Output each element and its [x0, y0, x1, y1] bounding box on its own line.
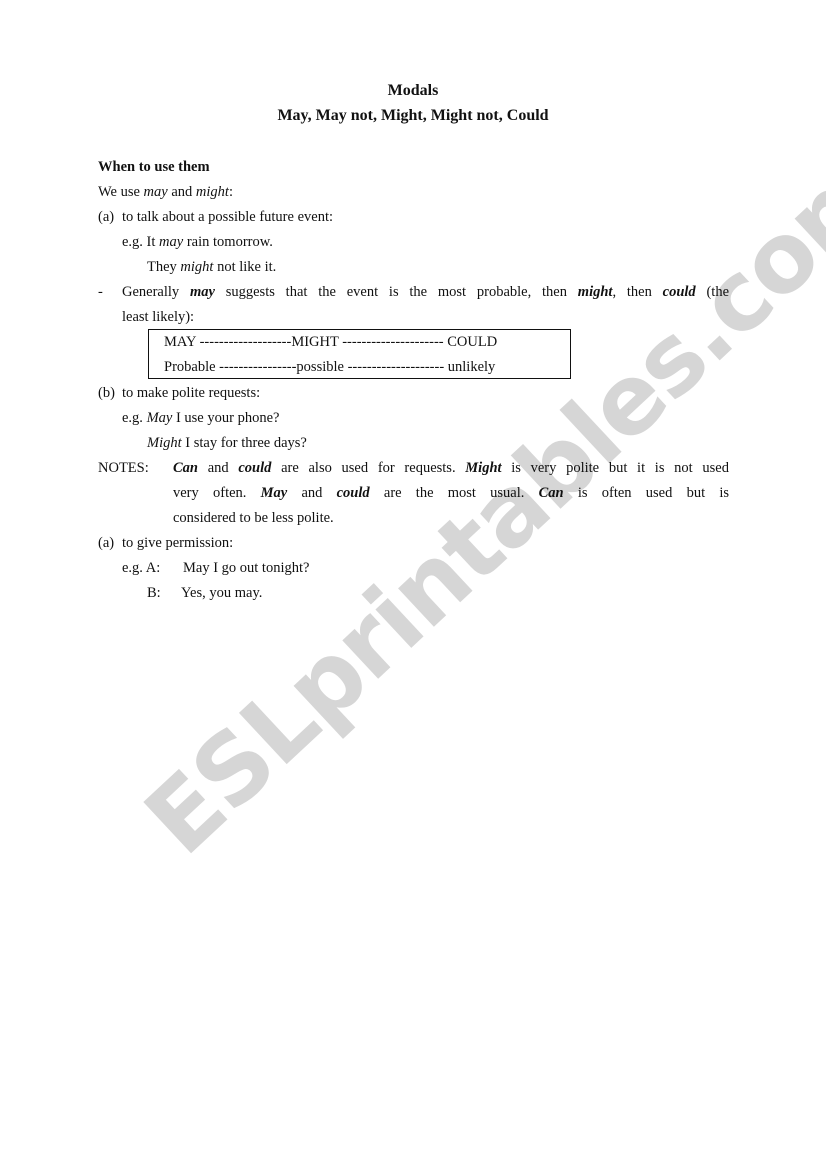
- text: are also used for requests.: [271, 460, 466, 476]
- intro-pre: We use: [98, 184, 144, 200]
- text: are the most usual.: [369, 485, 539, 501]
- point-c-eg-b: B:: [147, 585, 161, 601]
- page-title: Modals: [387, 82, 439, 99]
- modal-word: may: [189, 284, 215, 300]
- bullet-dash: -: [98, 284, 103, 300]
- notes-line-3: considered to be less polite.: [173, 510, 334, 526]
- text: , then: [612, 284, 663, 300]
- page-subtitle: May, May not, Might, Might not, Could: [277, 107, 549, 124]
- modal-word: Might: [465, 460, 502, 476]
- modal-word: might: [180, 259, 214, 275]
- intro-post: :: [228, 184, 233, 200]
- intro-mid: and: [167, 184, 196, 200]
- example-text: They: [147, 259, 181, 275]
- notes-label: NOTES:: [98, 460, 149, 476]
- text: very often.: [173, 485, 261, 501]
- section-heading: When to use them: [98, 159, 210, 175]
- eg-label: e.g.: [122, 410, 147, 426]
- point-a-example-2: They might not like it.: [147, 258, 276, 276]
- point-a-text: to talk about a possible future event:: [122, 209, 334, 225]
- worksheet-page: ESLprintables.com Modals May, May not, M…: [0, 0, 826, 1169]
- notes-line-1: Can and could are also used for requests…: [173, 459, 729, 477]
- point-c-text: to give permission:: [122, 535, 234, 551]
- text: (the: [695, 284, 730, 300]
- text: is very polite but it is not used: [501, 460, 729, 476]
- modal-word: Might: [147, 435, 182, 451]
- point-c-example-2: Yes, you may.: [181, 585, 263, 601]
- notes-line-2: very often. May and could are the most u…: [173, 484, 729, 502]
- modal-word: may: [159, 234, 184, 250]
- point-b-example-1: e.g. May I use your phone?: [122, 409, 279, 427]
- point-c-example-1: May I go out tonight?: [183, 560, 310, 576]
- modal-word: Can: [538, 485, 564, 501]
- text: Generally: [122, 284, 190, 300]
- intro-may: may: [143, 184, 168, 200]
- modal-word: could: [336, 485, 370, 501]
- modal-word: might: [577, 284, 613, 300]
- scale-row-likelihood: Probable ----------------possible ------…: [164, 359, 496, 375]
- example-text: not like it.: [213, 259, 277, 275]
- modal-word: May: [146, 410, 173, 426]
- text: and: [198, 460, 239, 476]
- intro-might: might: [195, 184, 229, 200]
- modal-word: could: [238, 460, 272, 476]
- modal-word: could: [662, 284, 696, 300]
- point-a-label: (a): [98, 209, 115, 225]
- point-c-label: (a): [98, 535, 115, 551]
- point-c-eg-a: e.g. A:: [122, 560, 161, 576]
- text: and: [287, 485, 337, 501]
- generally-line-1: Generally may suggests that the event is…: [122, 283, 729, 301]
- example-text: rain tomorrow.: [183, 234, 273, 250]
- point-b-label: (b): [98, 385, 115, 401]
- eg-label: e.g. It: [122, 234, 160, 250]
- point-a-example-1: e.g. It may rain tomorrow.: [122, 233, 273, 251]
- intro-line: We use may and might:: [98, 183, 233, 201]
- modal-word: Can: [173, 460, 198, 476]
- text: suggests that the event is the most prob…: [214, 284, 578, 300]
- point-b-text: to make polite requests:: [122, 385, 261, 401]
- point-b-example-2: Might I stay for three days?: [147, 434, 307, 452]
- example-text: I stay for three days?: [181, 435, 307, 451]
- scale-row-modals: MAY -------------------MIGHT -----------…: [164, 334, 498, 350]
- example-text: I use your phone?: [172, 410, 280, 426]
- text: is often used but is: [563, 485, 729, 501]
- generally-line-2: least likely):: [122, 309, 195, 325]
- modal-word: May: [260, 485, 288, 501]
- probability-scale-box: MAY -------------------MIGHT -----------…: [148, 329, 571, 379]
